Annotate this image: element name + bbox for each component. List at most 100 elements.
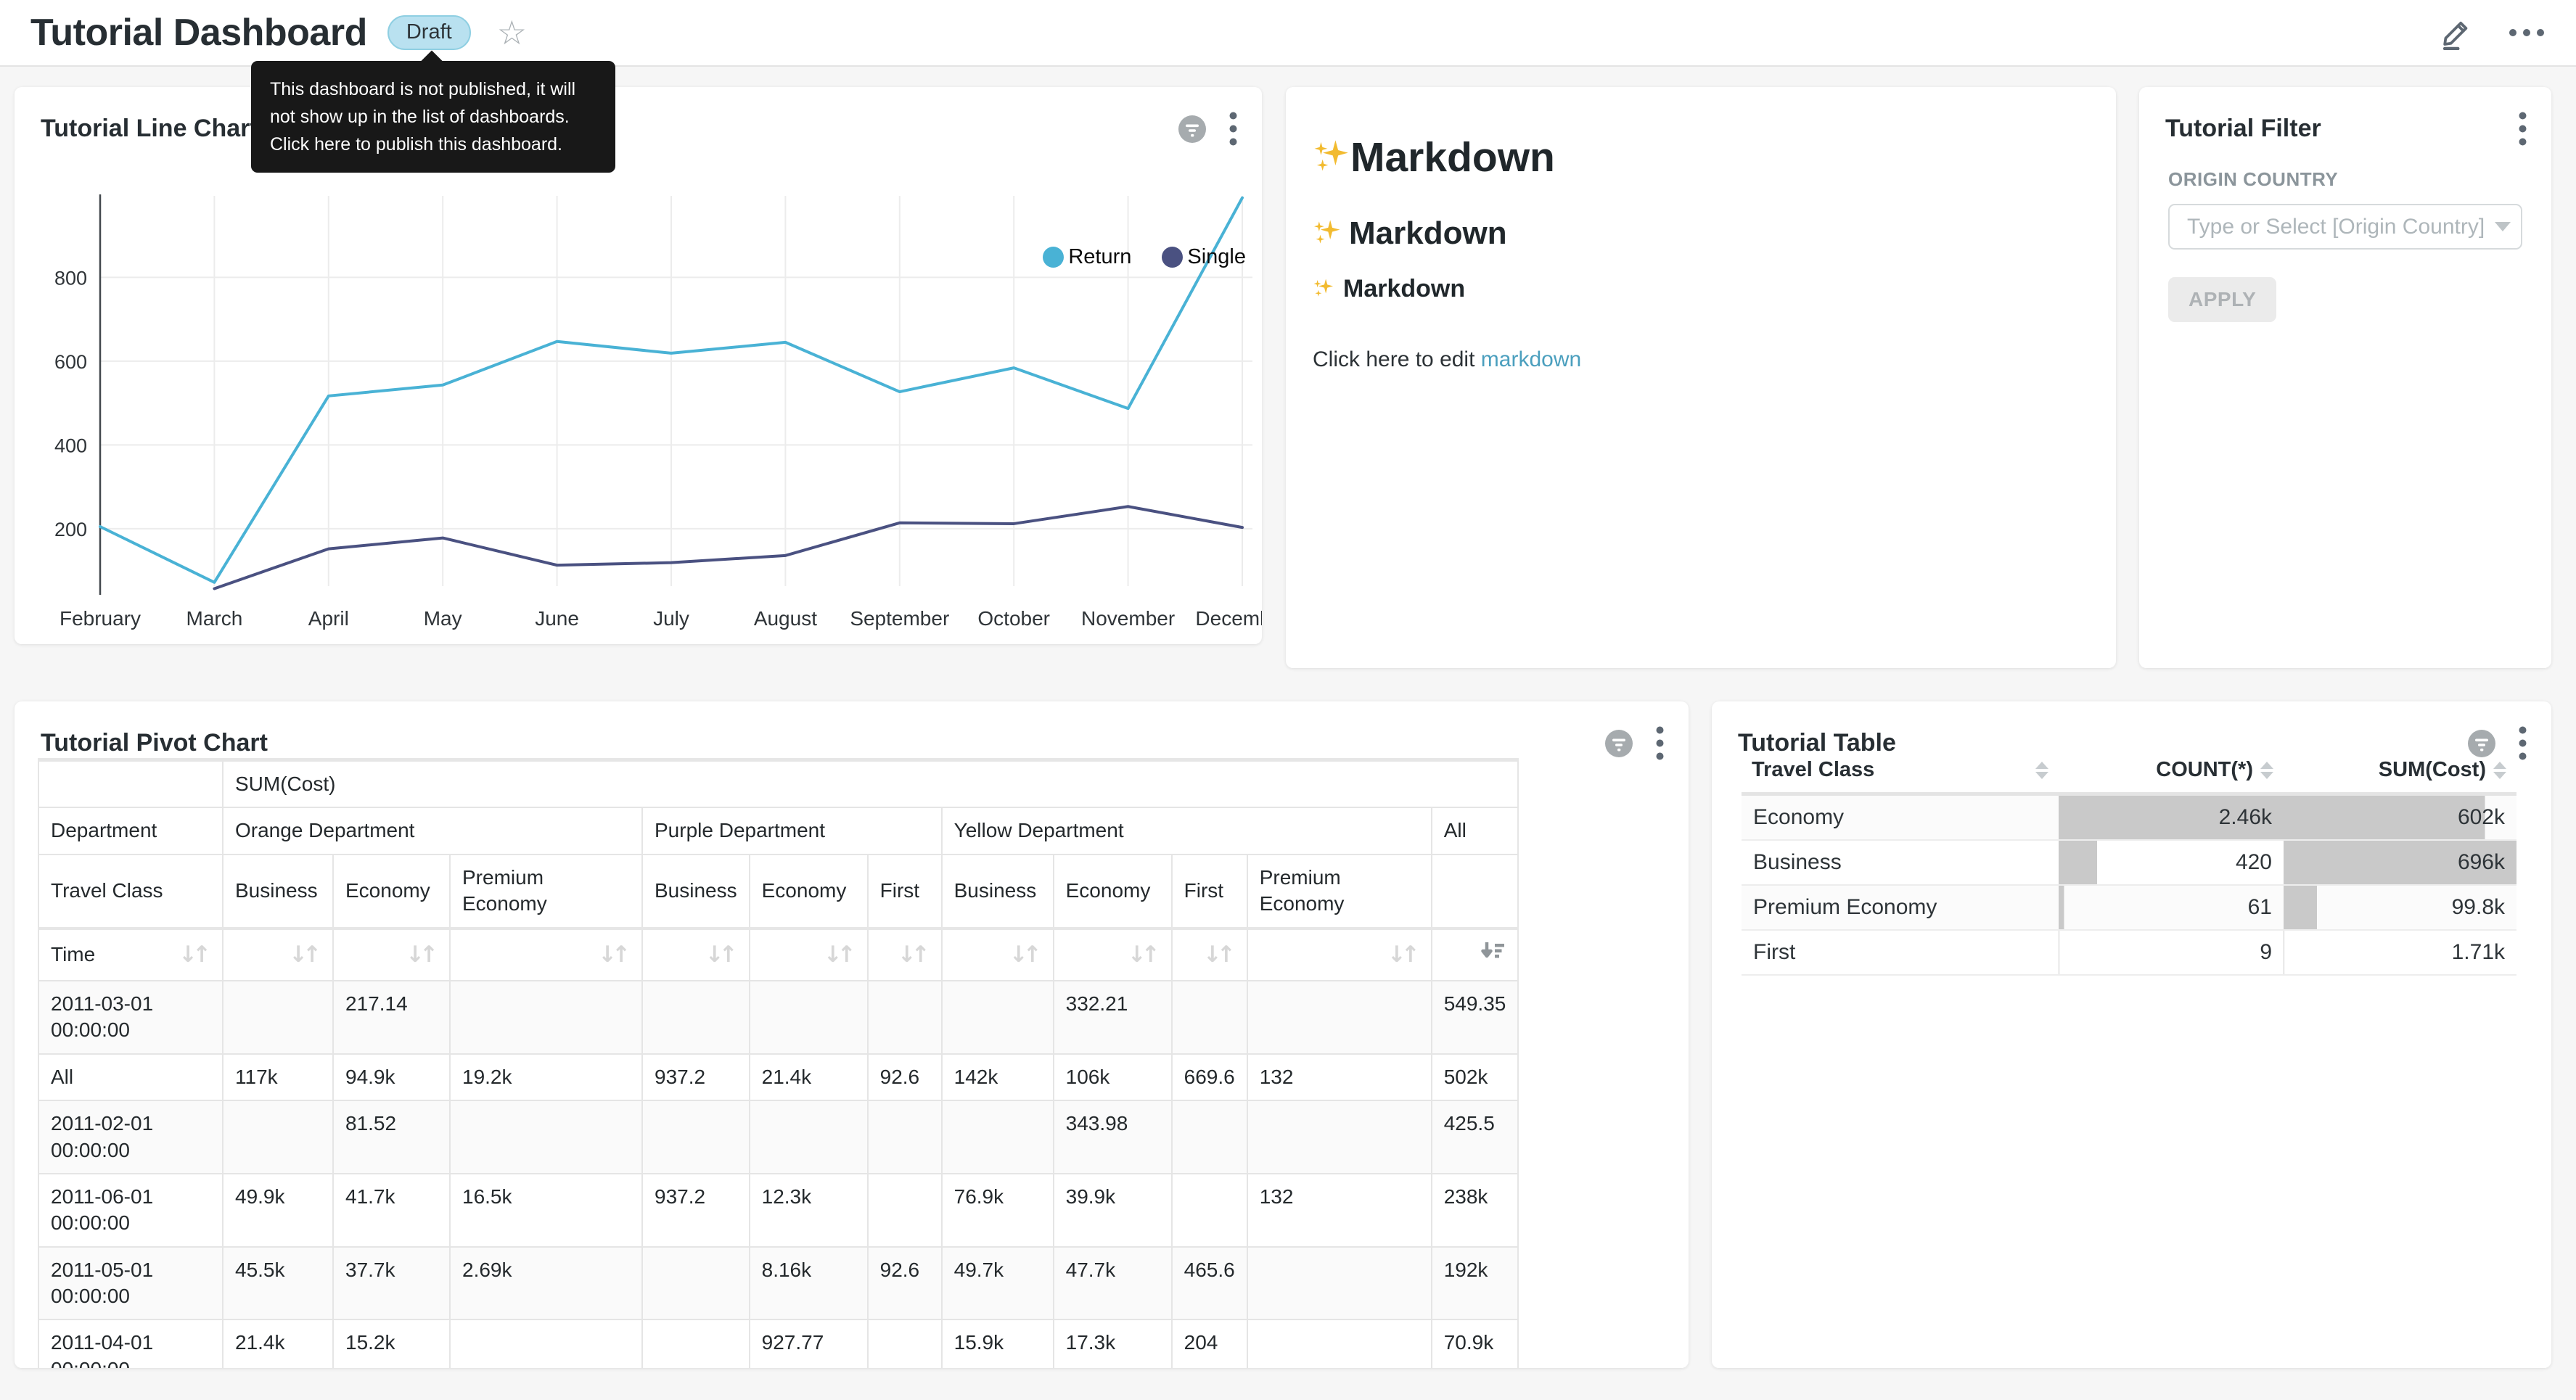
pivot-dim-travel-class: Travel Class [38,855,223,928]
sparkles-icon [1313,218,1342,255]
cell-travel-class: First [1742,930,2059,975]
header-actions [2440,15,2546,50]
pivot-group-header: Purple Department [642,807,942,854]
pivot-class-header: Premium Economy [450,855,642,928]
table-row: First91.71k [1742,930,2516,975]
legend-item-return[interactable]: Return [1043,245,1131,269]
line-chart: 200400600800FebruaryMarchAprilMayJuneJul… [15,87,1262,644]
sort-desc-active-icon[interactable] [1480,946,1506,968]
pivot-metric-header: SUM(Cost) [223,760,1518,808]
cell-travel-class: Premium Economy [1742,885,2059,930]
pivot-class-header: Economy [333,855,450,928]
pivot-row-label: 2011-05-01 00:00:00 [38,1247,223,1320]
pivot-cell: 132 [1247,1054,1432,1100]
more-options-icon[interactable] [2508,28,2546,37]
pivot-row: 2011-03-01 00:00:00217.14332.21549.35 [38,981,1518,1054]
sort-icon[interactable]: ↓↑ [289,942,321,968]
svg-text:March: March [186,607,243,630]
pivot-cell: 132 [1247,1174,1432,1247]
pivot-cell: 204 [1172,1319,1247,1368]
pivot-cell: 37.7k [333,1247,450,1320]
kebab-menu-icon[interactable] [1229,112,1237,146]
filter-indicator-icon[interactable] [1605,730,1633,757]
pivot-row-label: 2011-06-01 00:00:00 [38,1174,223,1247]
pivot-cell [750,1100,868,1174]
filter-card: Tutorial Filter ORIGIN COUNTRY Type or S… [2139,87,2551,668]
sort-icon[interactable]: ↓↑ [1387,942,1419,968]
sort-caret-icon[interactable] [2035,762,2048,779]
pivot-dim-department: Department [38,807,223,854]
pivot-cell: 94.9k [333,1054,450,1100]
pivot-cell: 15.9k [942,1319,1054,1368]
tooltip-line: This dashboard is not published, it will [270,75,596,103]
pivot-cell [942,981,1054,1054]
pivot-cell: 39.9k [1054,1174,1172,1247]
kebab-menu-icon[interactable] [2519,726,2527,760]
pivot-cell: 142k [942,1054,1054,1100]
pivot-class-header: First [868,855,942,928]
pivot-cell: 49.7k [942,1247,1054,1320]
sort-icon[interactable]: ↓↑ [1203,942,1235,968]
pivot-cell: 425.5 [1432,1100,1519,1174]
pivot-sort-cell-active [1432,928,1519,981]
tooltip-line: not show up in the list of dashboards. [270,103,596,131]
sort-icon[interactable]: ↓↑ [898,942,930,968]
kebab-menu-icon[interactable] [1656,726,1664,760]
svg-text:400: 400 [54,435,87,456]
svg-text:600: 600 [54,351,87,373]
origin-country-select[interactable]: Type or Select [Origin Country] [2168,204,2522,250]
sort-icon[interactable]: ↓↑ [598,942,630,968]
pivot-class-header: Business [642,855,750,928]
legend-label: Single [1187,245,1246,269]
markdown-h3: Markdown [1313,275,2087,305]
markdown-edit-link[interactable]: markdown [1481,347,1581,371]
markdown-card[interactable]: Markdown Markdown Markdown Click here to… [1286,87,2116,668]
markdown-h1: Markdown [1313,133,2087,185]
table-row: Premium Economy6199.8k [1742,885,2516,930]
sort-icon[interactable]: ↓↑ [179,940,210,969]
filter-title: Tutorial Filter [2165,115,2321,143]
pivot-cell: 76.9k [942,1174,1054,1247]
legend-item-single[interactable]: Single [1162,245,1246,269]
pivot-sort-cell: ↓↑ [1054,928,1172,981]
pivot-cell [1247,1247,1432,1320]
pivot-cell [450,1100,642,1174]
chart-title: Tutorial Line Chart [41,115,258,143]
sort-icon[interactable]: ↓↑ [406,942,438,968]
pivot-sort-cell: ↓↑ [942,928,1054,981]
pivot-sort-cell: ↓↑ [642,928,750,981]
pivot-chart-card: Tutorial Pivot Chart SUM(Cost)Department… [15,701,1689,1368]
svg-text:April: April [308,607,349,630]
sort-caret-icon[interactable] [2260,762,2273,779]
pivot-class-header: Business [942,855,1054,928]
sparkles-icon [1313,277,1334,305]
cell-count: 2.46k [2059,794,2284,841]
legend-dot [1162,247,1183,268]
svg-text:800: 800 [54,267,87,289]
pivot-cell: 343.98 [1054,1100,1172,1174]
pivot-row: All117k94.9k19.2k937.221.4k92.6142k106k6… [38,1054,1518,1100]
cell-sum-cost: 99.8k [2284,885,2516,930]
pivot-cell [642,981,750,1054]
pivot-cell: 106k [1054,1054,1172,1100]
sort-icon[interactable]: ↓↑ [1128,942,1160,968]
apply-button[interactable]: APPLY [2168,277,2276,322]
sort-caret-icon[interactable] [2493,762,2506,779]
pivot-row-label: 2011-02-01 00:00:00 [38,1100,223,1174]
draft-badge[interactable]: Draft [387,15,471,50]
sort-icon[interactable]: ↓↑ [705,942,737,968]
edit-dashboard-icon[interactable] [2440,15,2474,50]
pivot-total-header: All [1432,807,1519,854]
favorite-star-icon[interactable]: ☆ [497,16,527,49]
pivot-sort-cell: ↓↑ [333,928,450,981]
pivot-cell [223,1100,333,1174]
pivot-cell [450,981,642,1054]
sort-icon[interactable]: ↓↑ [1009,942,1041,968]
filter-indicator-icon[interactable] [2468,730,2495,757]
filter-indicator-icon[interactable] [1178,115,1206,143]
cell-count: 9 [2059,930,2284,975]
kebab-menu-icon[interactable] [2519,112,2527,146]
sort-icon[interactable]: ↓↑ [824,942,856,968]
pivot-row: 2011-06-01 00:00:0049.9k41.7k16.5k937.21… [38,1174,1518,1247]
dashboard-header: Tutorial Dashboard Draft ☆ [0,0,2576,67]
